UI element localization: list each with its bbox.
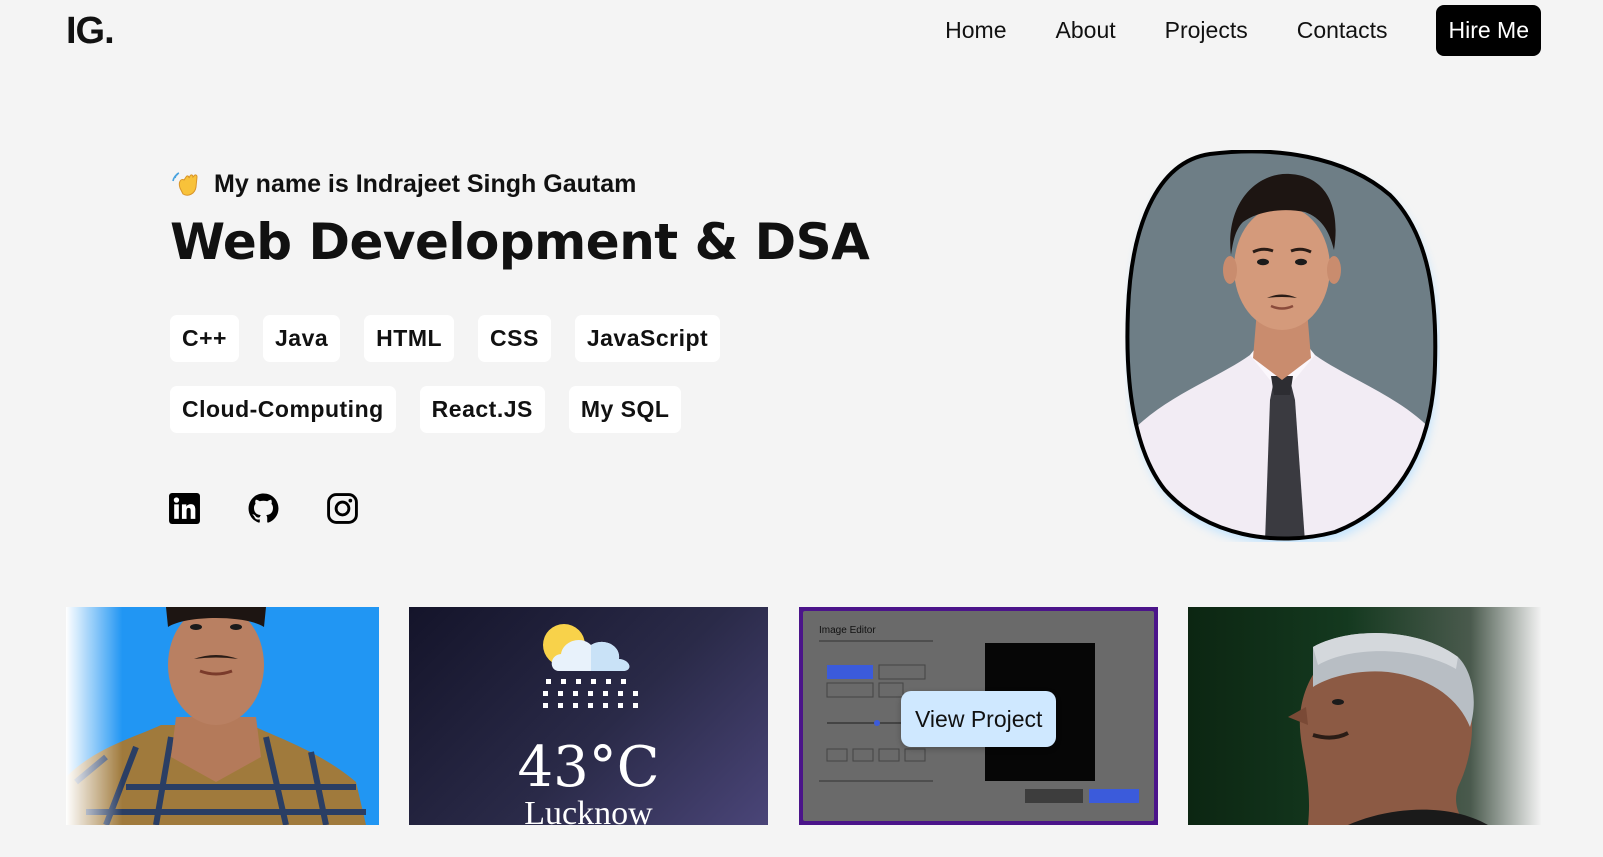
project-card-weather[interactable]: 43°C Lucknow <box>409 607 768 825</box>
logo[interactable]: IG. <box>66 10 115 53</box>
weather-temperature: 43°C <box>517 735 660 800</box>
instagram-icon[interactable] <box>326 492 359 525</box>
hero-headline: Web Development & DSA <box>170 213 870 271</box>
project-image <box>1288 633 1488 825</box>
skill-chip: My SQL <box>568 386 682 433</box>
nav-home[interactable]: Home <box>945 5 1006 56</box>
skill-chip: CSS <box>478 315 551 362</box>
weather-city: Lucknow <box>524 795 653 825</box>
linkedin-icon[interactable] <box>168 492 201 525</box>
image-editor-preview: Image Editor View Project <box>803 611 1154 821</box>
waving-hand-icon <box>172 172 198 196</box>
project-card-portrait[interactable] <box>66 607 379 825</box>
skill-chip: JavaScript <box>574 315 721 362</box>
social-links <box>168 492 405 525</box>
nav-about[interactable]: About <box>1056 5 1116 56</box>
skill-chip: React.JS <box>419 386 545 433</box>
weather-rain-icon <box>543 624 638 708</box>
github-icon[interactable] <box>247 492 280 525</box>
greeting: My name is Indrajeet Singh Gautam <box>172 168 636 200</box>
skill-chip: Java <box>262 315 341 362</box>
skills-list: C++ Java HTML CSS JavaScript Cloud-Compu… <box>170 315 770 433</box>
project-card-image-editor[interactable]: Image Editor View Project <box>799 607 1158 825</box>
skill-chip: HTML <box>364 315 455 362</box>
nav-projects[interactable]: Projects <box>1165 5 1248 56</box>
project-card-profile[interactable] <box>1188 607 1541 825</box>
greeting-text: My name is Indrajeet Singh Gautam <box>214 169 637 198</box>
nav-contacts[interactable]: Contacts <box>1297 5 1388 56</box>
profile-photo <box>1125 150 1438 542</box>
project-image <box>66 607 379 825</box>
skill-chip: Cloud-Computing <box>170 386 396 433</box>
skill-chip: C++ <box>170 315 239 362</box>
view-project-button[interactable]: View Project <box>901 691 1057 747</box>
main-nav: Home About Projects Contacts Hire Me <box>945 5 1541 56</box>
hire-me-button[interactable]: Hire Me <box>1436 5 1541 56</box>
